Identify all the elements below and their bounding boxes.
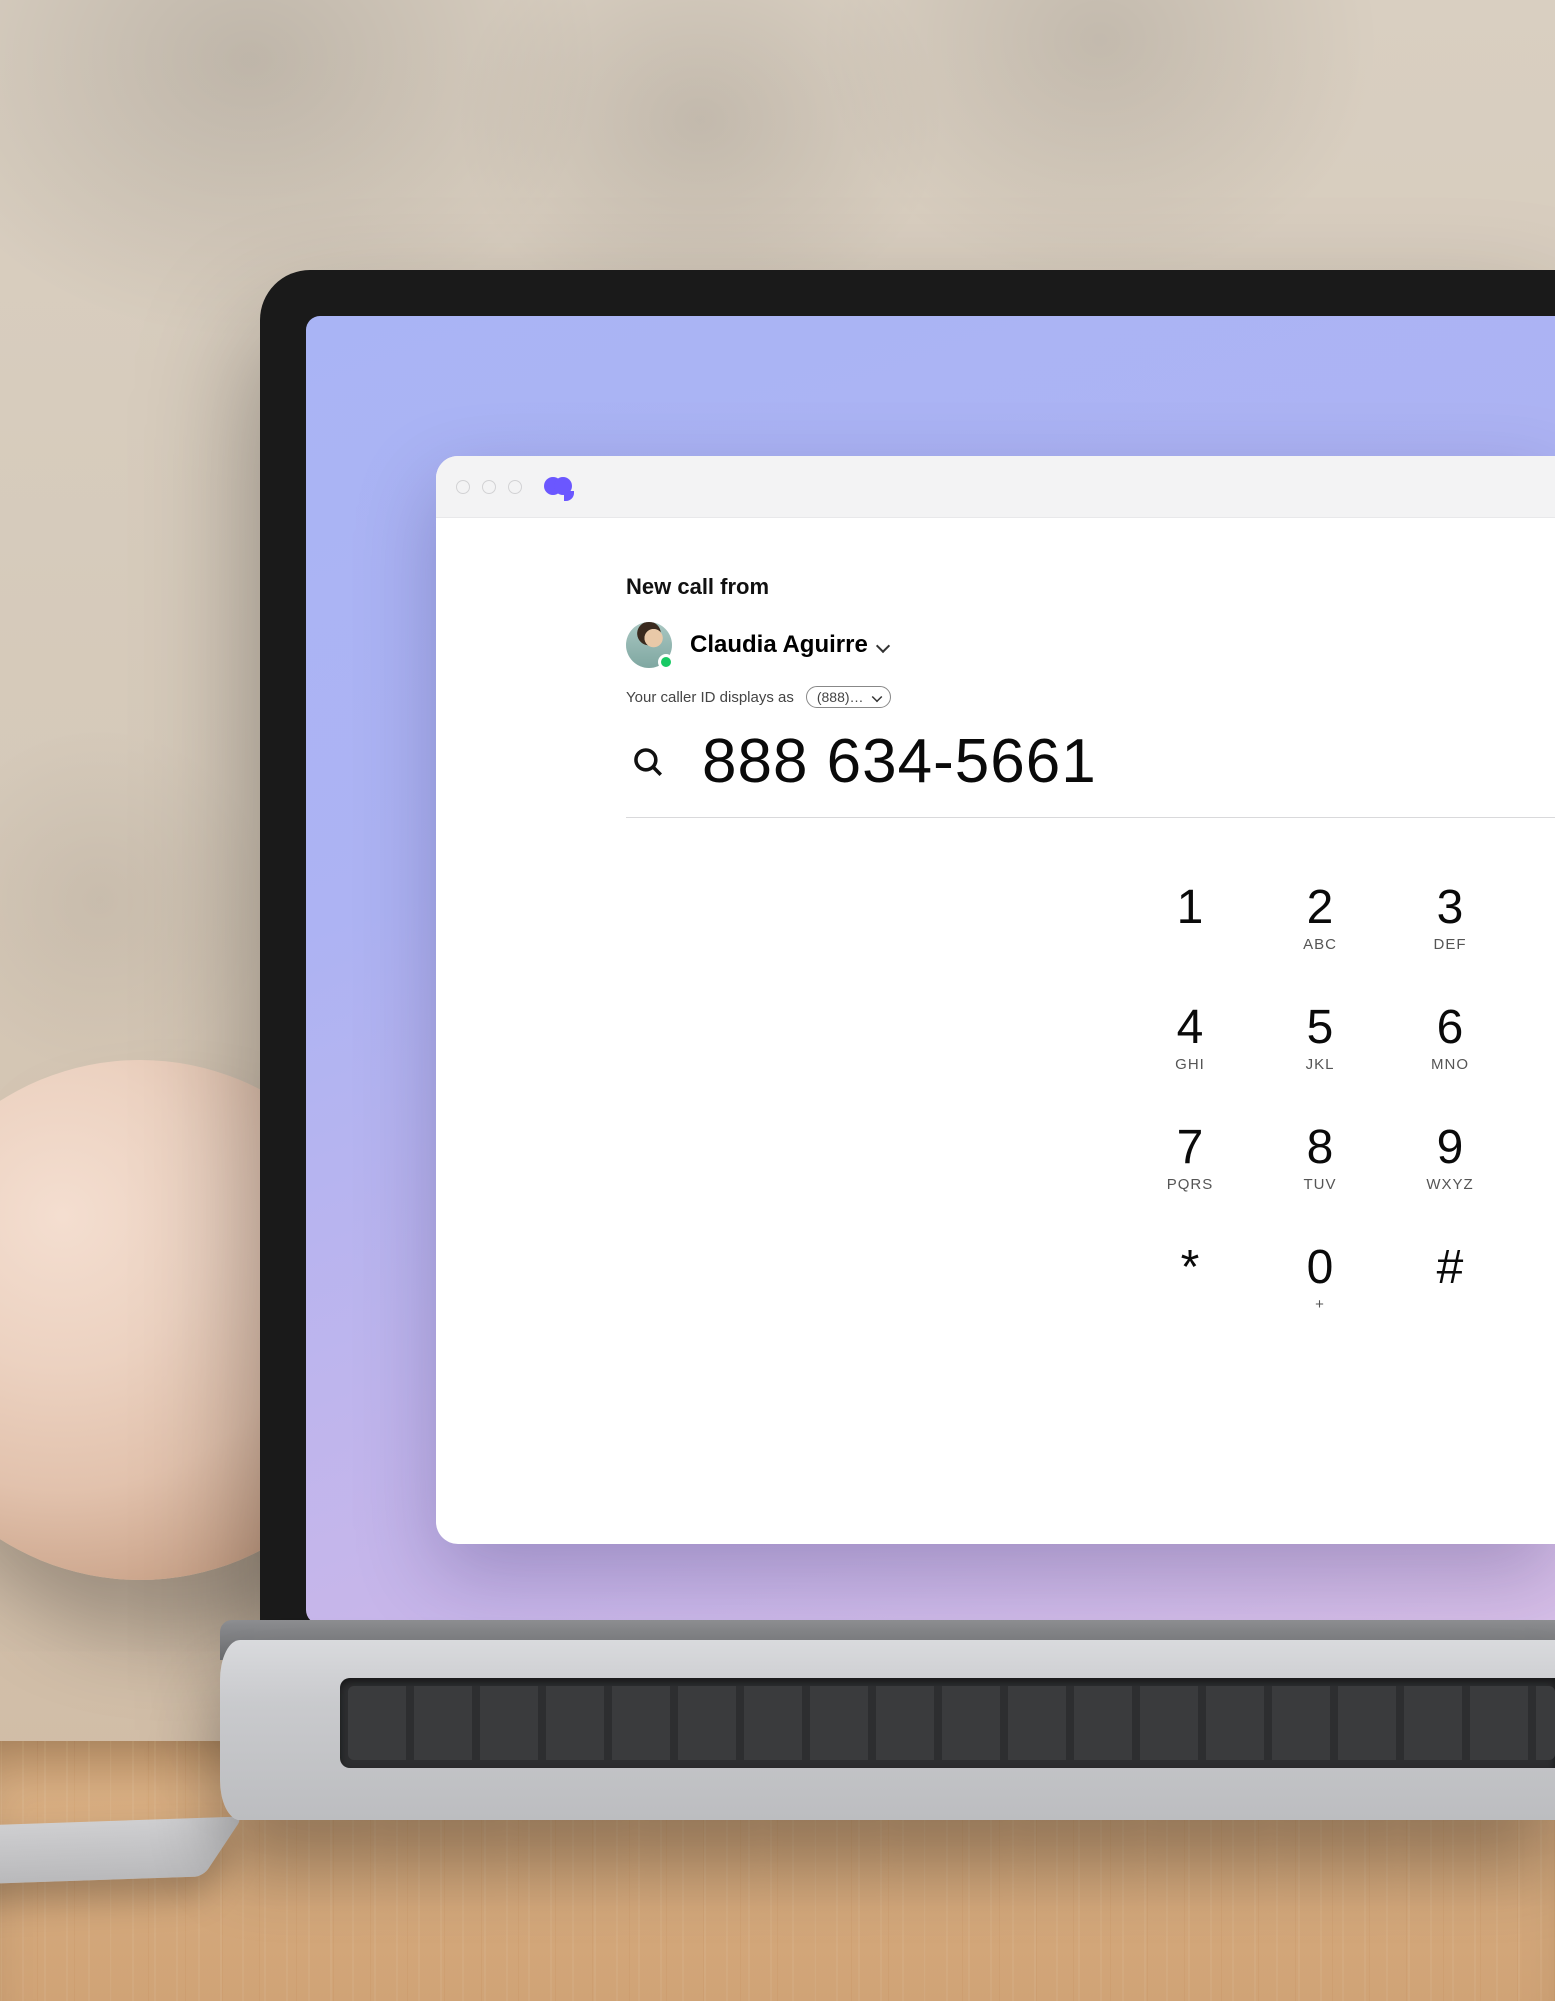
caller-id-selected: (888)… xyxy=(817,689,864,705)
key-4[interactable]: 4GHI xyxy=(1125,978,1255,1098)
app-window: New call from Claudia Aguirre Your calle… xyxy=(436,456,1555,1544)
key-3[interactable]: 3DEF xyxy=(1385,858,1515,978)
avatar xyxy=(626,622,672,668)
key-7[interactable]: 7PQRS xyxy=(1125,1098,1255,1218)
new-call-label: New call from xyxy=(626,574,1555,600)
window-zoom-icon[interactable] xyxy=(508,480,522,494)
caller-id-row: Your caller ID displays as (888)… xyxy=(626,686,1555,708)
identity-dropdown[interactable]: Claudia Aguirre xyxy=(690,631,890,659)
titlebar xyxy=(436,456,1555,518)
key-5[interactable]: 5JKL xyxy=(1255,978,1385,1098)
dial-number-display[interactable]: 888 634-5661 xyxy=(702,726,1097,797)
key-6[interactable]: 6MNO xyxy=(1385,978,1515,1098)
key-9[interactable]: 9WXYZ xyxy=(1385,1098,1515,1218)
key-1[interactable]: 1 xyxy=(1125,858,1255,978)
laptop-base xyxy=(220,1640,1555,1820)
window-minimize-icon[interactable] xyxy=(482,480,496,494)
caller-identity[interactable]: Claudia Aguirre xyxy=(626,622,1555,668)
key-2[interactable]: 2ABC xyxy=(1255,858,1385,978)
dialer-panel: New call from Claudia Aguirre Your calle… xyxy=(436,518,1555,1544)
key-0[interactable]: 0+ xyxy=(1255,1218,1385,1338)
keypad: 1 2ABC 3DEF 4GHI 5JKL 6MNO 7PQRS 8TUV 9W… xyxy=(1125,858,1515,1338)
laptop-lid: New call from Claudia Aguirre Your calle… xyxy=(260,270,1555,1670)
laptop: New call from Claudia Aguirre Your calle… xyxy=(260,270,1555,1860)
key-hash[interactable]: # xyxy=(1385,1218,1515,1338)
identity-name-text: Claudia Aguirre xyxy=(690,631,868,659)
caller-id-select[interactable]: (888)… xyxy=(806,686,891,708)
chevron-down-icon xyxy=(876,639,890,653)
chevron-down-icon xyxy=(871,692,882,703)
window-close-icon[interactable] xyxy=(456,480,470,494)
dial-input-row: 888 634-5661 xyxy=(626,726,1555,818)
key-star[interactable]: * xyxy=(1125,1218,1255,1338)
search-icon xyxy=(631,745,665,779)
laptop-screen: New call from Claudia Aguirre Your calle… xyxy=(306,316,1555,1624)
laptop-keyboard xyxy=(340,1678,1555,1768)
presence-dot-icon xyxy=(658,654,674,670)
search-button[interactable] xyxy=(626,740,670,784)
caller-id-label: Your caller ID displays as xyxy=(626,689,794,706)
key-8[interactable]: 8TUV xyxy=(1255,1098,1385,1218)
window-controls[interactable] xyxy=(456,480,522,494)
brand-logo-icon xyxy=(544,475,580,499)
